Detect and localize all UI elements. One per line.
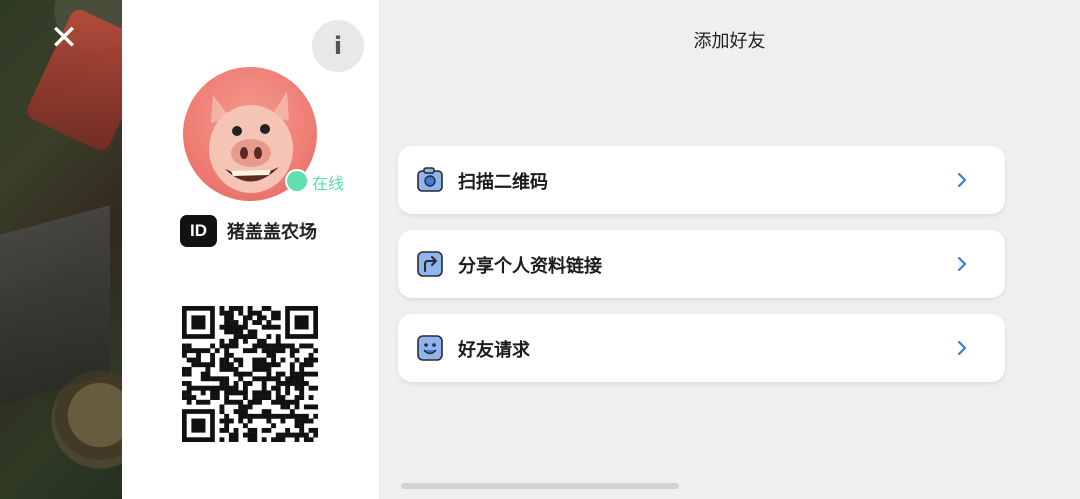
friend-requests-row[interactable]: 好友请求	[398, 314, 1005, 382]
horizontal-scrollbar[interactable]	[401, 483, 679, 489]
id-badge: ID	[180, 215, 217, 247]
smiley-face-icon	[417, 335, 443, 361]
share-profile-link-row[interactable]: 分享个人资料链接	[398, 230, 1005, 298]
main-area: 添加好友 扫描二维码 分享个人资料链接 好友请求	[379, 0, 1080, 499]
farm-name: 猪盖盖农场	[227, 222, 317, 243]
info-icon[interactable]: i	[312, 20, 364, 72]
scan-qr-label: 扫描二维码	[458, 172, 548, 193]
qr-code	[182, 306, 318, 442]
close-icon[interactable]: ✕	[46, 20, 82, 56]
online-status-label: 在线	[312, 174, 345, 193]
chevron-right-icon	[957, 172, 967, 188]
camera-icon	[417, 167, 443, 192]
page-title: 添加好友	[693, 31, 766, 52]
chevron-right-icon	[957, 340, 967, 356]
share-profile-link-label: 分享个人资料链接	[458, 256, 602, 277]
share-arrow-icon	[417, 251, 443, 277]
friend-requests-label: 好友请求	[458, 340, 530, 361]
profile-panel: i 在线 ID 猪盖盖农场	[122, 0, 379, 499]
online-status-dot	[285, 169, 309, 193]
scan-qr-row[interactable]: 扫描二维码	[398, 146, 1005, 214]
chevron-right-icon	[957, 256, 967, 272]
game-background	[0, 0, 122, 499]
